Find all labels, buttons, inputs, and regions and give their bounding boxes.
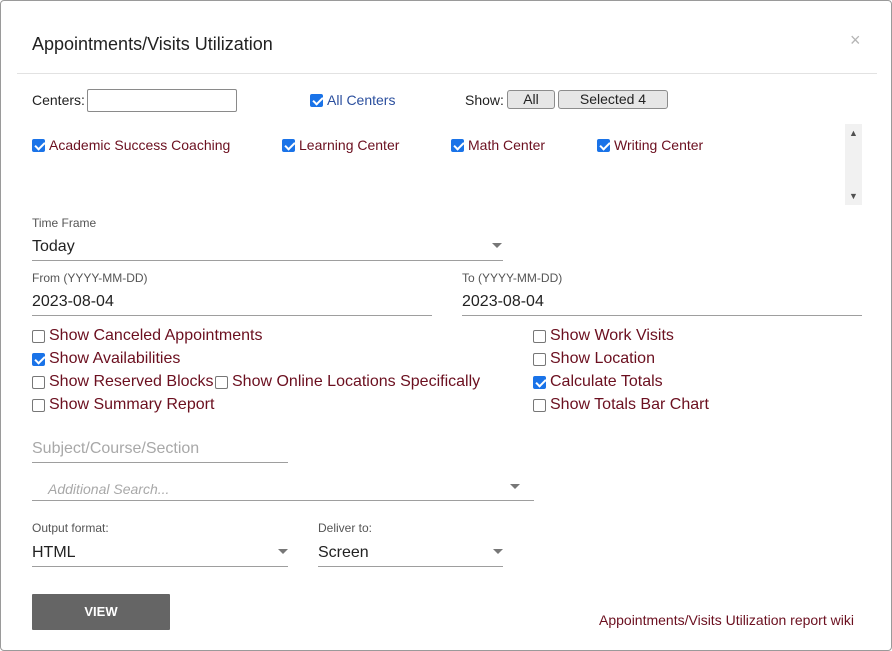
option-show-summary-report[interactable]: Show Summary Report [32, 396, 214, 414]
center-item-label: Writing Center [614, 137, 704, 153]
to-date-label: To (YYYY-MM-DD) [462, 271, 563, 285]
option-checkbox[interactable] [32, 398, 45, 412]
view-button[interactable]: VIEW [32, 594, 170, 630]
report-wiki-link[interactable]: Appointments/Visits Utilization report w… [599, 612, 854, 628]
option-show-reserved-blocks[interactable]: Show Reserved Blocks [32, 373, 214, 391]
additional-search-placeholder: Additional Search... [48, 481, 170, 497]
option-label: Show Online Locations Specifically [232, 373, 481, 390]
center-item-label: Learning Center [299, 137, 400, 153]
to-date-field[interactable]: 2023-08-04 [462, 291, 862, 316]
option-calculate-totals[interactable]: Calculate Totals [533, 373, 663, 391]
chevron-down-icon [492, 243, 502, 248]
chevron-down-icon [493, 549, 503, 554]
option-label: Show Availabilities [49, 350, 181, 367]
chevron-down-icon [510, 484, 520, 489]
option-label: Show Canceled Appointments [49, 327, 263, 344]
option-checkbox[interactable] [32, 352, 45, 366]
center-item-label: Math Center [468, 137, 546, 153]
option-checkbox[interactable] [533, 352, 546, 366]
show-all-button[interactable]: All [507, 90, 555, 109]
time-frame-label: Time Frame [32, 216, 97, 230]
option-label: Show Location [550, 350, 655, 367]
to-date-value: 2023-08-04 [462, 293, 544, 310]
scroll-up-icon[interactable]: ▲ [845, 126, 862, 140]
deliver-to-select[interactable]: Screen [318, 542, 503, 567]
centers-label: Centers: [32, 92, 85, 108]
deliver-to-label: Deliver to: [318, 521, 373, 535]
option-label: Show Work Visits [550, 327, 674, 344]
deliver-to-value: Screen [318, 544, 369, 561]
option-label: Show Summary Report [49, 396, 215, 413]
all-centers-checkbox[interactable] [310, 93, 323, 107]
center-item[interactable]: Learning Center [282, 137, 399, 153]
scroll-down-icon[interactable]: ▼ [845, 189, 862, 203]
center-item[interactable]: Math Center [451, 137, 545, 153]
center-checkbox[interactable] [597, 138, 610, 152]
output-format-select[interactable]: HTML [32, 542, 288, 567]
close-icon[interactable]: × [850, 30, 861, 50]
subject-search-placeholder: Subject/Course/Section [32, 440, 200, 457]
report-dialog: Appointments/Visits Utilization × Center… [0, 0, 892, 651]
center-item[interactable]: Academic Success Coaching [32, 137, 230, 153]
show-label: Show: [465, 92, 504, 108]
option-show-work-visits[interactable]: Show Work Visits [533, 327, 674, 345]
option-label: Show Reserved Blocks [49, 373, 214, 390]
center-checkbox[interactable] [32, 138, 45, 152]
output-format-label: Output format: [32, 521, 109, 535]
center-item-label: Academic Success Coaching [49, 137, 231, 153]
center-checkbox[interactable] [282, 138, 295, 152]
show-selected-button[interactable]: Selected 4 [558, 90, 668, 109]
output-format-value: HTML [32, 544, 76, 561]
option-show-canceled[interactable]: Show Canceled Appointments [32, 327, 262, 345]
centers-input[interactable] [87, 89, 237, 112]
center-checkbox[interactable] [451, 138, 464, 152]
option-checkbox[interactable] [32, 375, 45, 389]
option-show-totals-bar-chart[interactable]: Show Totals Bar Chart [533, 396, 709, 414]
option-show-availabilities[interactable]: Show Availabilities [32, 350, 180, 368]
time-frame-select[interactable]: Today [32, 236, 503, 261]
option-checkbox[interactable] [32, 329, 45, 343]
center-list-scrollbar[interactable]: ▲ ▼ [845, 124, 862, 205]
subject-search-input[interactable]: Subject/Course/Section [32, 438, 288, 463]
all-centers-checkbox-row[interactable]: All Centers [310, 92, 395, 108]
option-label: Calculate Totals [550, 373, 663, 390]
option-checkbox[interactable] [533, 375, 546, 389]
from-date-value: 2023-08-04 [32, 293, 114, 310]
option-label: Show Totals Bar Chart [550, 396, 709, 413]
option-checkbox[interactable] [215, 375, 228, 389]
time-frame-value: Today [32, 238, 75, 255]
all-centers-label: All Centers [327, 92, 396, 108]
option-show-location[interactable]: Show Location [533, 350, 655, 368]
dialog-header: Appointments/Visits Utilization × [17, 1, 877, 74]
chevron-down-icon [278, 549, 288, 554]
option-show-online-locations[interactable]: Show Online Locations Specifically [215, 373, 480, 391]
dialog-title: Appointments/Visits Utilization [32, 34, 273, 54]
option-checkbox[interactable] [533, 329, 546, 343]
from-date-field[interactable]: 2023-08-04 [32, 291, 432, 316]
option-checkbox[interactable] [533, 398, 546, 412]
from-date-label: From (YYYY-MM-DD) [32, 271, 148, 285]
additional-search-select[interactable]: Additional Search... [32, 476, 534, 501]
center-item[interactable]: Writing Center [597, 137, 703, 153]
